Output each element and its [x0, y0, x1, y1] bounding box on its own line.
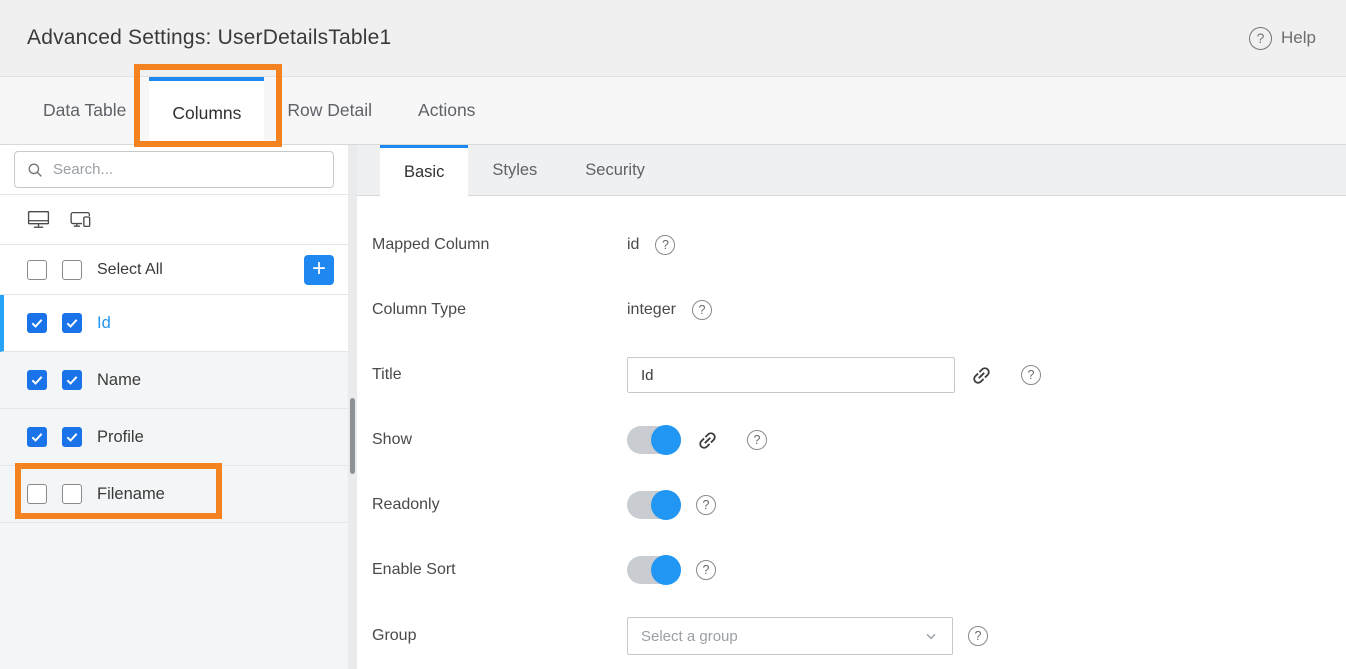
field-group: Group Select a group ?	[372, 617, 1326, 655]
bind-link-icon[interactable]	[691, 424, 724, 457]
tab-security[interactable]: Security	[561, 145, 669, 195]
help-icon[interactable]: ?	[747, 430, 767, 450]
group-select-placeholder: Select a group	[641, 628, 738, 645]
field-title: Title ?	[372, 357, 1326, 393]
column-type-value: integer	[627, 301, 676, 319]
bind-link-icon[interactable]	[965, 359, 998, 392]
field-label: Group	[372, 627, 627, 645]
desktop-visibility-checkbox[interactable]	[27, 370, 47, 390]
group-select[interactable]: Select a group	[627, 617, 953, 655]
search-box[interactable]	[14, 151, 334, 188]
tab-data-table[interactable]: Data Table	[20, 77, 149, 144]
mobile-visibility-checkbox[interactable]	[62, 313, 82, 333]
column-item-label: Profile	[97, 428, 144, 447]
desktop-visibility-checkbox[interactable]	[27, 313, 47, 333]
tab-columns[interactable]: Columns	[149, 77, 264, 145]
field-show: Show ?	[372, 422, 1326, 458]
check-icon	[65, 373, 79, 387]
mobile-visibility-checkbox[interactable]	[62, 427, 82, 447]
mobile-visibility-checkbox[interactable]	[62, 484, 82, 504]
field-readonly: Readonly ?	[372, 487, 1326, 523]
field-label: Column Type	[372, 301, 627, 319]
column-item-label: Name	[97, 371, 141, 390]
field-label: Mapped Column	[372, 236, 627, 254]
toggle-thumb	[651, 425, 681, 455]
mapped-column-value: id	[627, 236, 639, 254]
help-label: Help	[1281, 28, 1316, 48]
help-icon[interactable]: ?	[968, 626, 988, 646]
check-icon	[30, 430, 44, 444]
field-label: Title	[372, 366, 627, 384]
desktop-icon	[26, 207, 51, 232]
field-label: Enable Sort	[372, 561, 627, 579]
desktop-visibility-checkbox[interactable]	[27, 484, 47, 504]
toggle-thumb	[651, 490, 681, 520]
chevron-down-icon	[923, 628, 939, 644]
show-toggle[interactable]	[627, 425, 681, 455]
tab-actions[interactable]: Actions	[395, 77, 498, 144]
field-column-type: Column Type integer ?	[372, 292, 1326, 328]
search-input[interactable]	[53, 161, 322, 178]
column-item-filename[interactable]: Filename	[0, 466, 348, 523]
field-label: Show	[372, 431, 627, 449]
toggle-thumb	[651, 555, 681, 585]
sidebar-scrollbar-track[interactable]	[348, 145, 357, 669]
columns-sidebar: Select All + Id	[0, 145, 357, 669]
column-settings-panel: Basic Styles Security Mapped Column id ?…	[357, 145, 1346, 669]
help-icon[interactable]: ?	[692, 300, 712, 320]
check-icon	[65, 316, 79, 330]
select-all-desktop-checkbox[interactable]	[27, 260, 47, 280]
help-icon[interactable]: ?	[655, 235, 675, 255]
mobile-visibility-checkbox[interactable]	[62, 370, 82, 390]
help-icon[interactable]: ?	[696, 560, 716, 580]
dialog-title: Advanced Settings: UserDetailsTable1	[27, 26, 391, 50]
field-mapped-column: Mapped Column id ?	[372, 227, 1326, 263]
dialog-header: Advanced Settings: UserDetailsTable1 ? H…	[0, 0, 1346, 76]
select-all-label: Select All	[97, 261, 289, 279]
search-icon	[26, 161, 44, 179]
select-all-row: Select All +	[0, 245, 348, 295]
desktop-visibility-checkbox[interactable]	[27, 427, 47, 447]
main-tab-bar: Data Table Columns Row Detail Actions	[0, 76, 1346, 145]
panel-tab-bar: Basic Styles Security	[357, 145, 1346, 196]
sidebar-scrollbar-thumb[interactable]	[350, 398, 355, 474]
check-icon	[30, 316, 44, 330]
basic-settings-form: Mapped Column id ? Column Type integer ?	[357, 196, 1346, 669]
select-all-mobile-checkbox[interactable]	[62, 260, 82, 280]
check-icon	[65, 430, 79, 444]
sidebar-search-row	[0, 145, 348, 195]
tab-styles[interactable]: Styles	[468, 145, 561, 195]
field-enable-sort: Enable Sort ?	[372, 552, 1326, 588]
advanced-settings-dialog: Advanced Settings: UserDetailsTable1 ? H…	[0, 0, 1346, 669]
tab-row-detail[interactable]: Row Detail	[264, 77, 395, 144]
column-item-label: Filename	[97, 485, 165, 504]
help-icon[interactable]: ?	[1021, 365, 1041, 385]
column-item-name[interactable]: Name	[0, 352, 348, 409]
enable-sort-toggle[interactable]	[627, 555, 681, 585]
check-icon	[30, 373, 44, 387]
column-item-label: Id	[97, 314, 111, 333]
column-item-id[interactable]: Id	[0, 295, 348, 352]
column-item-profile[interactable]: Profile	[0, 409, 348, 466]
title-input[interactable]	[627, 357, 955, 393]
device-columns-header	[0, 195, 348, 245]
tab-basic[interactable]: Basic	[380, 145, 468, 196]
readonly-toggle[interactable]	[627, 490, 681, 520]
add-column-button[interactable]: +	[304, 255, 334, 285]
help-button[interactable]: ? Help	[1249, 27, 1316, 50]
field-label: Readonly	[372, 496, 627, 514]
devices-icon	[68, 207, 93, 232]
help-icon[interactable]: ?	[696, 495, 716, 515]
help-question-icon: ?	[1249, 27, 1272, 50]
